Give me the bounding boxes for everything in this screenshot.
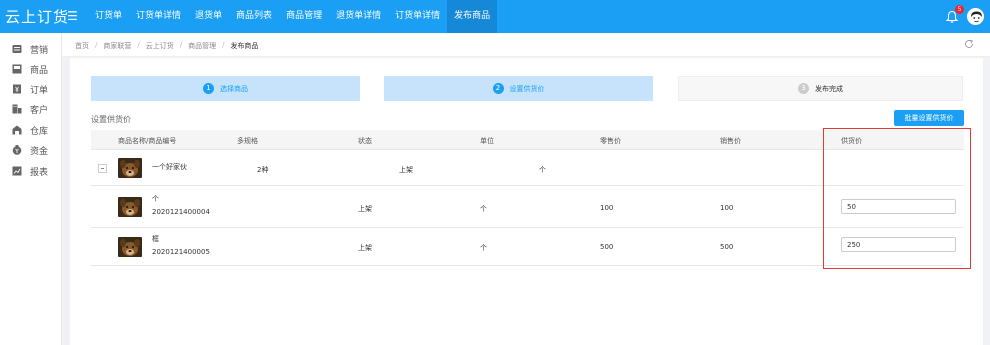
sidebar-item-label: 资金 [30,146,49,157]
sidebar-item-marketing[interactable]: 营销 [12,42,48,56]
header-spec: 多规格 [237,137,258,145]
top-bar: 云上订货 ☰ 订货单 订货单详情 退货单 商品列表 商品管理 退货单详情 订货单… [0,0,990,33]
sidebar-item-label: 营销 [30,45,49,56]
marketing-icon [12,45,22,53]
breadcrumb-bar: 首页 / 商家联营 / 云上订货 / 商品管理 / 发布商品 [62,33,990,57]
sidebar-item-funds[interactable]: 资金 [12,143,48,157]
tab-order-list[interactable]: 订货单 [88,0,129,33]
step-select-product[interactable]: 1 选择商品 [91,76,360,101]
step-label: 发布完成 [815,84,843,93]
breadcrumb-cloud-order[interactable]: 云上订货 [146,41,174,51]
funds-icon [12,145,22,155]
sale-price: 100 [720,204,734,212]
sidebar-item-label: 商品 [30,65,49,76]
product-thumbnail [118,237,142,257]
spec-count: 2种 [257,166,269,174]
breadcrumb-product-manage[interactable]: 商品管理 [188,41,216,51]
header-retail-price: 零售价 [600,137,621,145]
unit-text: 个 [480,205,487,213]
highlight-box [823,128,971,269]
retail-price: 100 [600,204,614,212]
breadcrumb-separator: / [179,41,183,49]
product-name: 一个好家伙 [152,163,187,171]
menu-icon[interactable]: ☰ [67,9,78,23]
sidebar-item-goods[interactable]: 商品 [12,62,48,76]
collapse-toggle-button[interactable] [98,164,107,173]
breadcrumb-separator: / [137,41,140,49]
goods-icon [12,64,22,74]
status-text: 上架 [399,166,413,174]
step-label: 设置供货价 [509,84,545,93]
notification-badge: 5 [955,5,964,14]
tab-return-detail[interactable]: 退货单详情 [329,0,388,33]
step-number: 1 [203,83,214,94]
app-logo[interactable]: 云上订货 [5,6,69,27]
sidebar-item-label: 客户 [30,105,49,116]
sku-name: 个 [152,195,159,203]
step-number: 2 [492,83,504,94]
customer-icon [12,104,22,114]
user-avatar[interactable] [967,8,984,25]
header-name-code: 商品名称/商品编号 [118,137,177,145]
status-text: 上架 [358,205,372,213]
tab-product-list[interactable]: 商品列表 [229,0,279,33]
breadcrumb-current: 发布商品 [230,42,259,50]
breadcrumb-separator: / [95,41,98,49]
sku-code: 2020121400005 [152,248,210,256]
tab-publish-product[interactable]: 发布商品 [447,0,498,33]
breadcrumb-separator: / [222,41,225,49]
order-icon [13,84,21,94]
breadcrumb: 首页 / 商家联营 / 云上订货 / 商品管理 / 发布商品 [75,41,258,51]
sidebar-item-orders[interactable]: 订单 [12,82,48,96]
report-icon [12,166,22,176]
sidebar-item-warehouse[interactable]: 仓库 [12,123,48,137]
breadcrumb-merchant[interactable]: 商家联营 [103,41,131,51]
breadcrumb-home[interactable]: 首页 [75,41,89,51]
unit-text: 个 [539,166,546,174]
sidebar-item-label: 报表 [30,167,49,178]
product-thumbnail [118,158,142,178]
status-text: 上架 [358,244,372,252]
sidebar-item-label: 仓库 [30,126,49,137]
tab-return-list[interactable]: 退货单 [188,0,229,33]
tab-order-detail-2[interactable]: 订货单详情 [388,0,447,33]
refresh-icon[interactable] [964,39,974,49]
batch-set-price-button[interactable]: 批量设置供货价 [894,110,964,126]
step-publish-done[interactable]: 3 发布完成 [678,76,963,101]
step-number: 3 [798,83,809,94]
step-set-supply-price[interactable]: 2 设置供货价 [384,76,653,101]
tab-product-manage[interactable]: 商品管理 [279,0,329,33]
header-status: 状态 [358,137,372,145]
step-label: 选择商品 [220,84,248,93]
sidebar-item-reports[interactable]: 报表 [12,164,48,178]
sku-code: 2020121400004 [152,208,210,216]
tab-order-detail[interactable]: 订货单详情 [129,0,188,33]
warehouse-icon [12,125,22,135]
sku-name: 框 [152,235,159,243]
sale-price: 500 [720,243,734,251]
header-sale-price: 销售价 [720,137,741,145]
unit-text: 个 [480,244,487,252]
top-nav: 订货单 订货单详情 退货单 商品列表 商品管理 退货单详情 订货单详情 发布商品 [88,0,498,33]
product-thumbnail [118,197,142,217]
retail-price: 500 [600,243,614,251]
header-unit: 单位 [480,137,494,145]
sidebar: 营销 商品 订单 客户 仓库 资金 报表 [0,33,62,345]
section-title: 设置供货价 [91,115,131,124]
sidebar-item-customers[interactable]: 客户 [12,102,48,116]
sidebar-item-label: 订单 [30,85,49,96]
